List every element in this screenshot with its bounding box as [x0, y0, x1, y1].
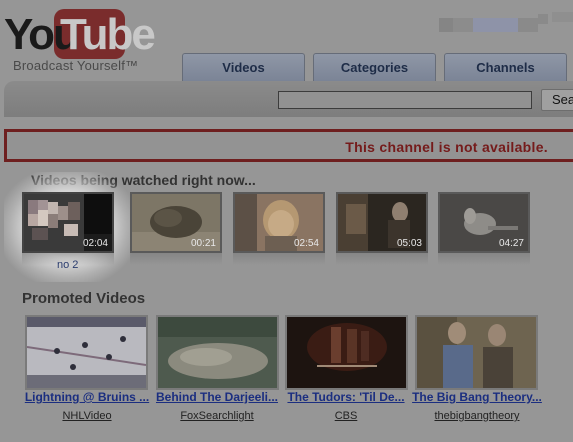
- promoted-title-1[interactable]: Lightning @ Bruins ...: [22, 390, 152, 405]
- thumb-image: [287, 317, 406, 388]
- logo-tube-text: Tube: [60, 10, 156, 59]
- logo-tagline: Broadcast Yourself™: [13, 58, 139, 73]
- search-input[interactable]: [278, 91, 532, 109]
- notice-text: This channel is not available.: [345, 139, 548, 155]
- promoted-channel-4[interactable]: thebigbangtheory: [412, 410, 542, 422]
- thumb-image: [417, 317, 536, 388]
- thumb-reflection: [233, 253, 325, 265]
- thumb-image: [27, 317, 146, 388]
- promoted-channel-1[interactable]: NHLVideo: [22, 410, 152, 422]
- thumb-image: [158, 317, 277, 388]
- promoted-title-2[interactable]: Behind The Darjeeli...: [152, 390, 282, 405]
- duration-label: 02:04: [82, 238, 108, 249]
- duration-label: 04:27: [498, 238, 524, 249]
- promoted-thumb-1[interactable]: [25, 315, 148, 390]
- tab-categories[interactable]: Categories: [313, 53, 436, 81]
- promoted-title-4[interactable]: The Big Bang Theory...: [412, 390, 542, 405]
- watching-thumb-4[interactable]: 05:03: [336, 192, 428, 253]
- promoted-title-3[interactable]: The Tudors: 'Til De...: [281, 390, 411, 405]
- promoted-thumb-3[interactable]: [285, 315, 408, 390]
- promoted-thumb-4[interactable]: [415, 315, 538, 390]
- thumb-reflection: [336, 253, 428, 265]
- duration-label: 02:54: [293, 238, 319, 249]
- channel-unavailable-notice: This channel is not available.: [4, 129, 573, 162]
- watching-thumb-1-label[interactable]: no 2: [57, 259, 78, 271]
- tab-videos[interactable]: Videos: [182, 53, 305, 81]
- promoted-channel-3[interactable]: CBS: [281, 410, 411, 422]
- promoted-thumb-2[interactable]: [156, 315, 279, 390]
- watching-thumb-1[interactable]: 02:04: [22, 192, 114, 253]
- watching-thumb-2[interactable]: 00:21: [130, 192, 222, 253]
- promoted-channel-2[interactable]: FoxSearchlight: [152, 410, 282, 422]
- watching-thumb-5[interactable]: 04:27: [438, 192, 530, 253]
- promoted-videos-title: Promoted Videos: [22, 290, 146, 307]
- duration-label: 00:21: [190, 238, 216, 249]
- thumb-reflection: [438, 253, 530, 265]
- duration-label: 05:03: [396, 238, 422, 249]
- search-button[interactable]: Search: [541, 89, 573, 111]
- thumb-reflection: [130, 253, 222, 265]
- tab-channels[interactable]: Channels: [444, 53, 567, 81]
- youtube-logo[interactable]: You Tube Broadcast Yourself™: [4, 6, 156, 76]
- watching-thumb-3[interactable]: 02:54: [233, 192, 325, 253]
